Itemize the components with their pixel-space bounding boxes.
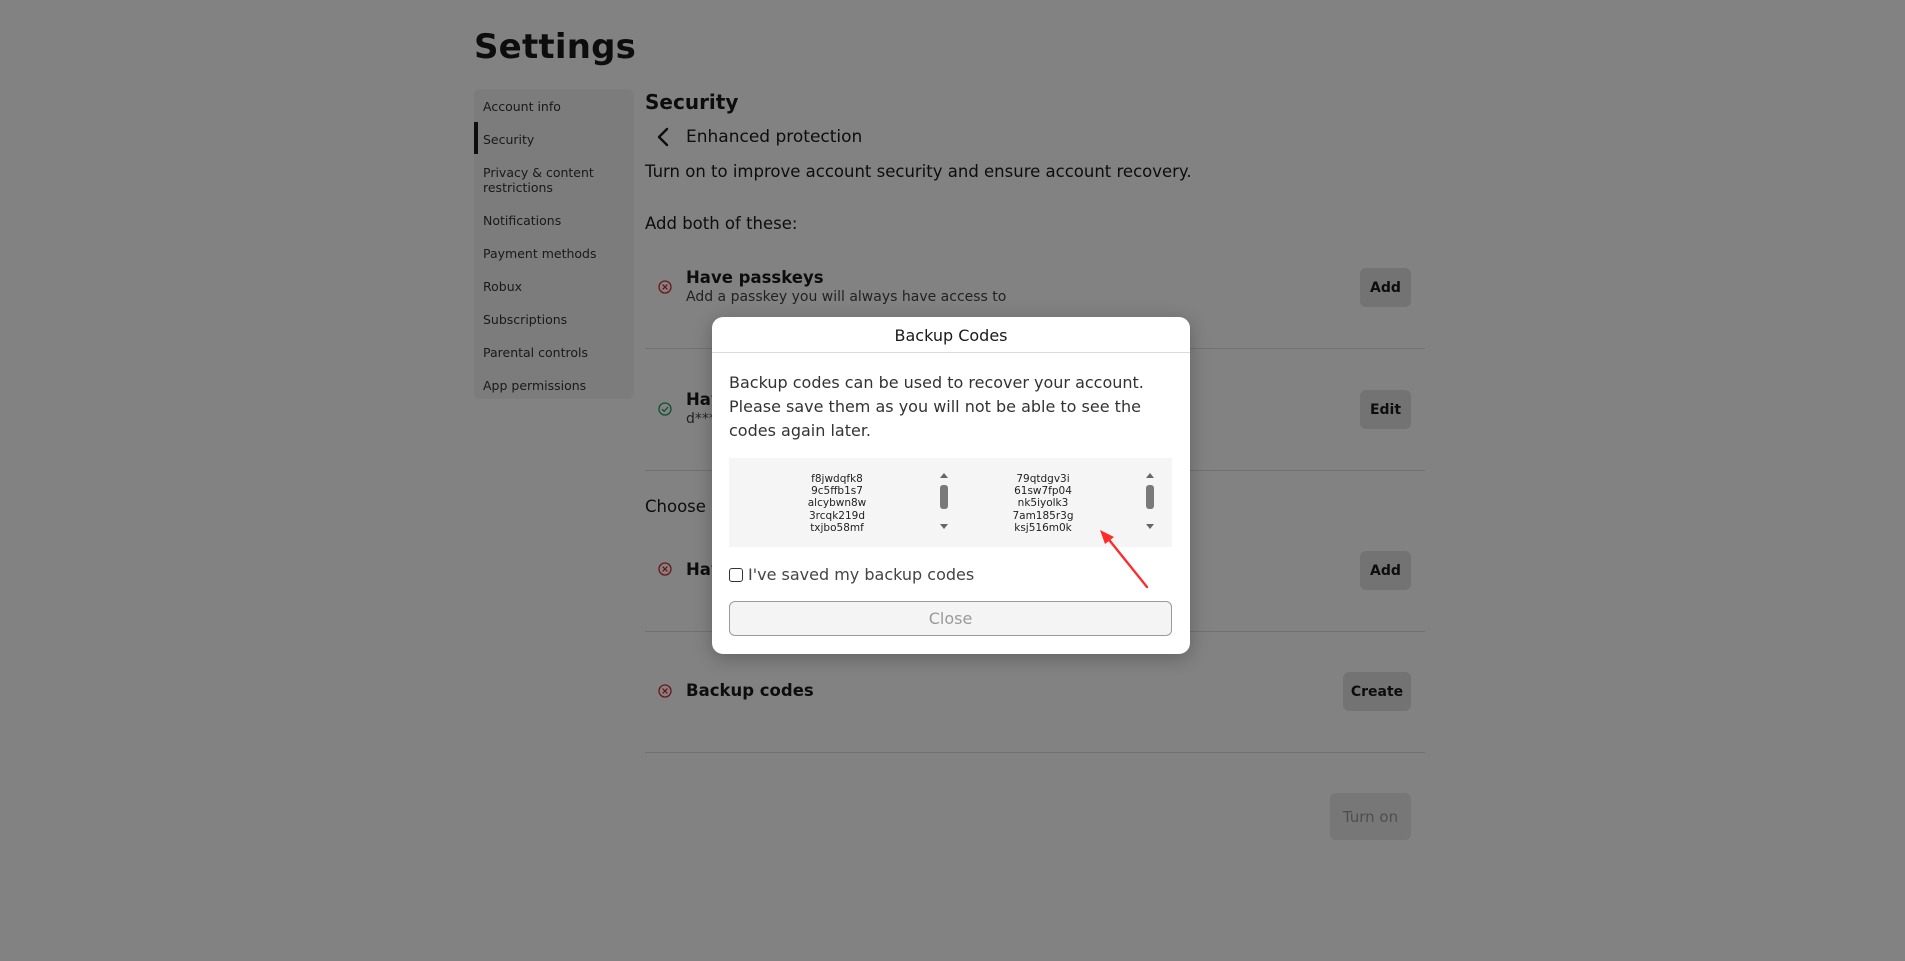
divider bbox=[712, 352, 1190, 353]
backup-code: ksj516m0k bbox=[1014, 521, 1072, 534]
dialog-body-text: Backup codes can be used to recover your… bbox=[729, 373, 1144, 440]
backup-code: f8jwdqfk8 bbox=[811, 473, 863, 485]
backup-codes-list-left[interactable]: f8jwdqfk8 9c5ffb1s7 alcybwn8w 3rcqk219d … bbox=[792, 473, 882, 534]
backup-code: 7am185r3g bbox=[1012, 509, 1074, 522]
scroll-up-icon[interactable] bbox=[1146, 473, 1154, 478]
close-button[interactable]: Close bbox=[729, 601, 1172, 636]
backup-code: 9c5ffb1s7 bbox=[811, 485, 863, 498]
backup-code: 3rcqk219d bbox=[809, 509, 865, 522]
scroll-down-icon[interactable] bbox=[940, 524, 948, 529]
backup-code: 61sw7fp04 bbox=[1014, 485, 1072, 498]
backup-codes-dialog: Backup Codes Backup codes can be used to… bbox=[712, 317, 1190, 654]
scrollbar[interactable] bbox=[1144, 473, 1156, 529]
dialog-title: Backup Codes bbox=[894, 326, 1008, 345]
saved-codes-checkbox-row: I've saved my backup codes bbox=[729, 565, 974, 584]
backup-code: nk5iyolk3 bbox=[1017, 497, 1069, 510]
saved-codes-checkbox[interactable] bbox=[729, 567, 743, 582]
backup-code: 79qtdgv3i bbox=[1016, 473, 1070, 485]
backup-codes-list-right[interactable]: 79qtdgv3i 61sw7fp04 nk5iyolk3 7am185r3g … bbox=[998, 473, 1088, 534]
scroll-up-icon[interactable] bbox=[940, 473, 948, 478]
scrollbar[interactable] bbox=[938, 473, 950, 529]
backup-code: txjbo58mf bbox=[810, 521, 864, 534]
backup-code: alcybwn8w bbox=[807, 497, 867, 510]
annotation-arrow-icon bbox=[1100, 530, 1149, 589]
scrollbar-thumb[interactable] bbox=[940, 485, 948, 509]
checkbox-label[interactable]: I've saved my backup codes bbox=[748, 565, 974, 584]
scrollbar-thumb[interactable] bbox=[1146, 485, 1154, 509]
